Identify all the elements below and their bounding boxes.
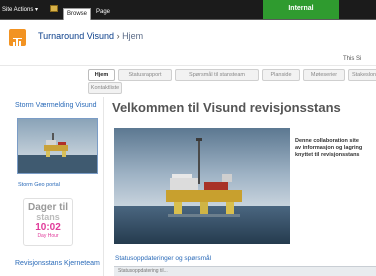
topnav-tab-kontaktliste[interactable]: Kontaktliste [88,82,122,94]
topnav-tab-moteserier[interactable]: Møteserier [303,69,345,81]
weather-platform-image[interactable] [17,118,98,174]
topnav-tab-hjem[interactable]: Hjem [88,69,115,81]
status-webpart-title[interactable]: Statusoppdateringer og spørsmål [115,255,211,262]
countdown-units: Day Hour [37,233,59,239]
breadcrumb: Turnaround Visund › Hjem [38,31,143,41]
description-line: av informasjon og lagring [295,145,363,151]
breadcrumb-current: Hjem [122,31,144,41]
countdown-line2: stans [36,212,60,222]
breadcrumb-site-link[interactable]: Turnaround Visund [38,31,114,41]
tab-browse[interactable]: Browse [63,8,91,20]
top-navigation: Hjem Statusrapport Spørsmål til stanstea… [88,67,376,95]
topnav-tab-sporsmal[interactable]: Spørsmål til stansteam [175,69,259,81]
countdown-widget: Dager til stans 10:02 Day Hour [23,198,73,246]
topnav-tab-planside[interactable]: Planside [262,69,300,81]
description-line: Denne collaboration site [295,138,359,144]
navigate-up-icon[interactable] [50,5,58,12]
topnav-tab-stakeslonner[interactable]: Stakeslonner [348,69,376,81]
site-logo-icon[interactable] [9,29,26,46]
site-actions-menu[interactable]: Site Actions ▾ [2,6,38,13]
weather-webpart-title[interactable]: Storm Værmelding Visund [15,102,97,109]
tab-page[interactable]: Page [96,9,110,15]
breadcrumb-separator: › [116,31,120,41]
status-list-header[interactable]: Statusoppdatering til... [114,266,376,276]
environment-badge: Internal [263,0,339,19]
platform-hero-image [114,128,290,244]
topnav-tab-statusrapport[interactable]: Statusrapport [118,69,172,81]
countdown-time: 10:02 [35,222,61,233]
page-title: Velkommen til Visund revisjonsstans [112,100,341,115]
site-description: Denne collaboration site av informasjon … [295,138,376,159]
search-strip [0,53,376,66]
description-line: knyttet til revisjonsstans [295,152,360,158]
storm-geo-portal-link[interactable]: Storm Geo portal [18,182,60,188]
search-scope-text[interactable]: This Si [343,56,361,62]
core-team-webpart-title[interactable]: Revisjonsstans Kjerneteam [15,260,100,267]
ribbon-bar: Site Actions ▾ Browse Page Internal [0,0,376,20]
